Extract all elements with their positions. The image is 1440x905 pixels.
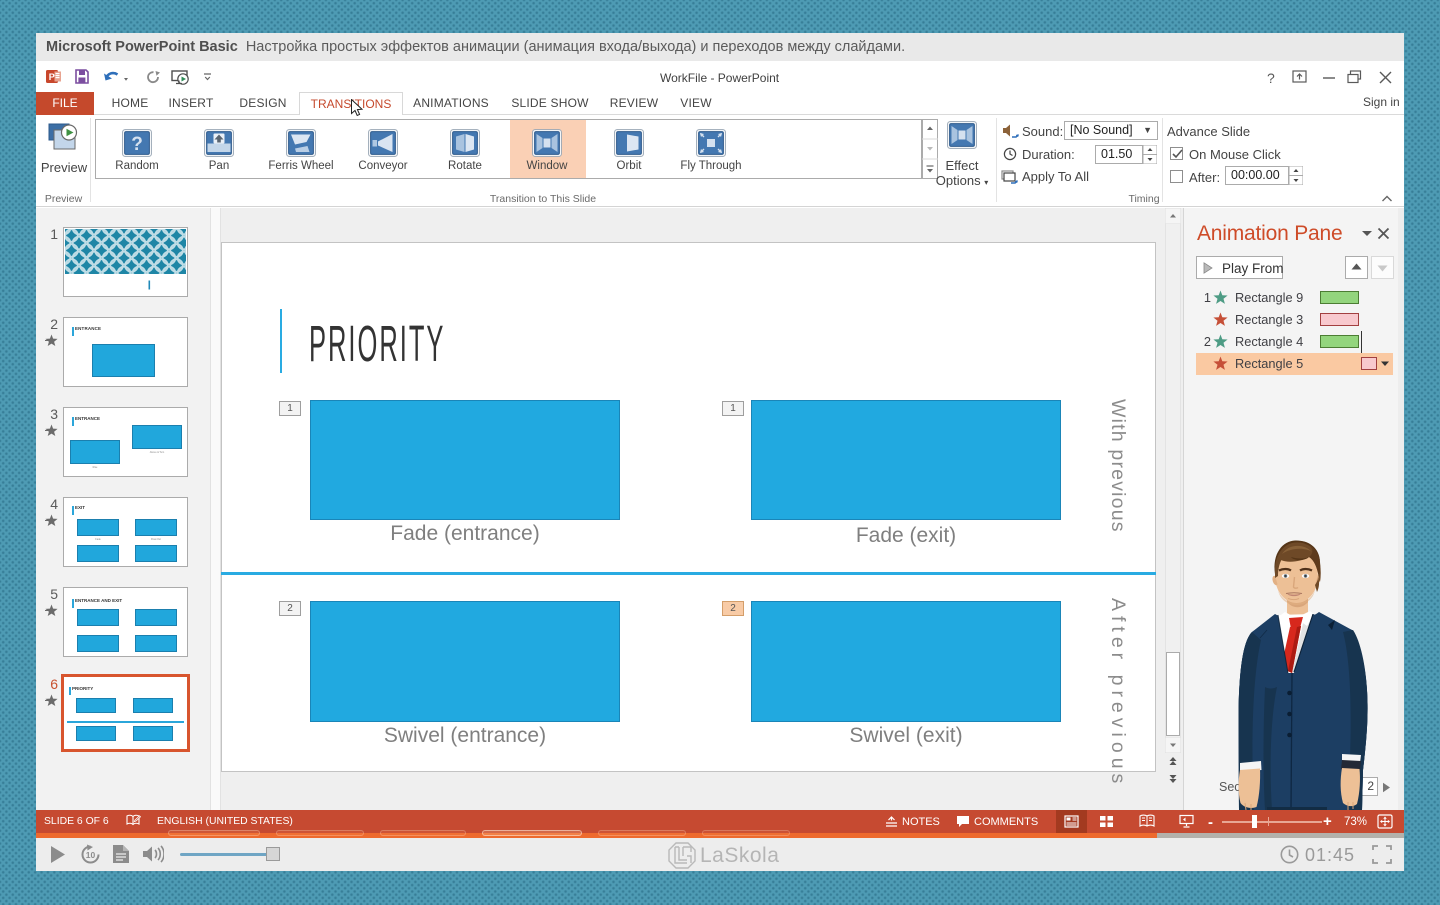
svg-text:?: ? xyxy=(131,134,143,155)
svg-text:?: ? xyxy=(1267,70,1275,86)
svg-text:10: 10 xyxy=(86,850,96,860)
svg-text:P: P xyxy=(49,72,55,82)
